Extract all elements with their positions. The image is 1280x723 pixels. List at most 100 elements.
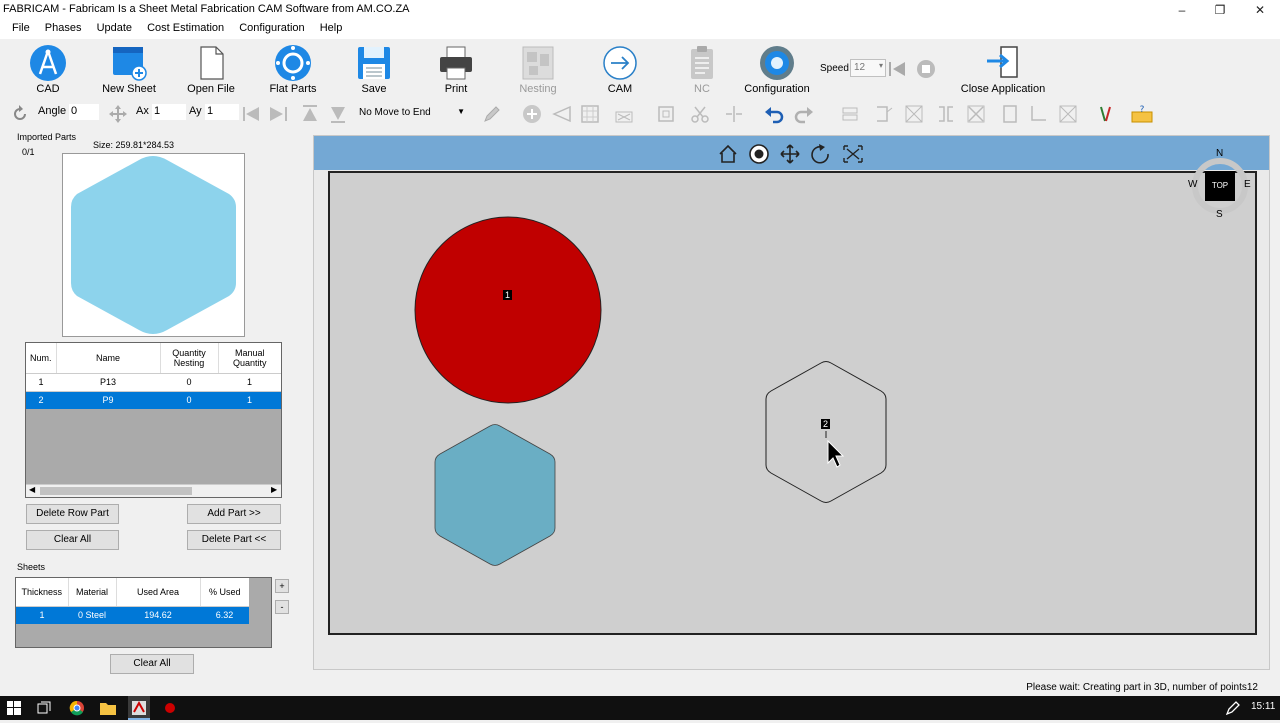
- move-to-end-select[interactable]: No Move to End ▼: [356, 105, 468, 123]
- corner-icon[interactable]: [1028, 104, 1048, 124]
- spinner-icon[interactable]: ▾: [879, 61, 883, 70]
- part-size-label: Size: 259.81*284.53: [93, 140, 175, 150]
- new-sheet-button[interactable]: New Sheet: [93, 39, 165, 99]
- part-circle-red[interactable]: [414, 216, 602, 404]
- add-circle-icon[interactable]: [522, 104, 542, 124]
- col-thickness: Thickness: [16, 578, 69, 607]
- pan-icon[interactable]: [780, 144, 800, 164]
- color-lines-icon[interactable]: [1096, 104, 1116, 124]
- print-button[interactable]: Print: [420, 39, 492, 99]
- view-compass[interactable]: TOP N S W E: [1188, 148, 1251, 224]
- rotate-icon[interactable]: [10, 104, 30, 124]
- frame-icon[interactable]: [656, 104, 676, 124]
- mirror-icon[interactable]: [874, 104, 894, 124]
- compass-top-face[interactable]: TOP: [1205, 171, 1235, 201]
- clear-all-sheets-button[interactable]: Clear All: [110, 654, 194, 674]
- save-button[interactable]: Save: [338, 39, 410, 99]
- restore-button[interactable]: ❐: [1200, 0, 1240, 20]
- split-icon[interactable]: [724, 104, 744, 124]
- menu-file[interactable]: File: [0, 20, 36, 34]
- menu-update[interactable]: Update: [91, 20, 138, 34]
- clear-all-parts-button[interactable]: Clear All: [26, 530, 119, 550]
- rotate-view-icon[interactable]: [811, 144, 829, 164]
- pen-tray-icon[interactable]: [1225, 701, 1241, 715]
- cross-frame-icon[interactable]: [966, 104, 986, 124]
- arrow-left-end-icon[interactable]: [242, 104, 262, 124]
- part-hexagon-blue[interactable]: [434, 424, 556, 566]
- speed-input[interactable]: 12 ▾: [850, 59, 886, 77]
- viewport[interactable]: 1 2 TOP N S W E: [313, 135, 1270, 670]
- nc-code-icon[interactable]: [614, 104, 634, 124]
- menu-phases[interactable]: Phases: [39, 20, 88, 34]
- stop-icon[interactable]: [915, 58, 937, 80]
- grid-tool-icon[interactable]: [580, 104, 600, 124]
- pen-icon[interactable]: [482, 104, 502, 124]
- horizontal-scrollbar[interactable]: ◀ ▶: [26, 484, 281, 497]
- menu-cost-estimation[interactable]: Cost Estimation: [141, 20, 230, 34]
- table-row[interactable]: 1 P13 0 1: [26, 373, 281, 391]
- secondary-toolbar: Angle 0 Ax 1 Ay 1 No Move to End ▼ ?: [0, 101, 1280, 127]
- recorder-icon[interactable]: [162, 700, 178, 716]
- remove-sheet-button[interactable]: -: [275, 600, 289, 614]
- open-file-button[interactable]: Open File: [175, 39, 247, 99]
- nc-button[interactable]: NC: [666, 39, 738, 99]
- nesting-icon: [522, 46, 554, 80]
- ax-input[interactable]: 1: [152, 104, 186, 120]
- add-part-button[interactable]: Add Part >>: [187, 504, 281, 524]
- delete-cross-icon[interactable]: [904, 104, 924, 124]
- taskbar: 15:11: [0, 696, 1280, 720]
- move-icon[interactable]: [108, 104, 128, 124]
- add-sheet-button[interactable]: +: [275, 579, 289, 593]
- imported-parts-title: Imported Parts: [17, 132, 77, 142]
- table-row-selected[interactable]: 1 0 Steel 194.62 6.32: [16, 606, 249, 624]
- sheet-icon[interactable]: [1000, 104, 1020, 124]
- chrome-icon[interactable]: [69, 700, 85, 716]
- scroll-left-icon[interactable]: ◀: [29, 485, 35, 494]
- delete-row-part-button[interactable]: Delete Row Part: [26, 504, 119, 524]
- scroll-right-icon[interactable]: ▶: [271, 485, 277, 494]
- step-back-icon[interactable]: [887, 59, 909, 79]
- row-cell: 1: [246, 377, 252, 387]
- windows-start-icon[interactable]: [7, 701, 21, 715]
- main-toolbar: CAD New Sheet Open File Flat Parts Save …: [0, 39, 1280, 99]
- file-icon: [200, 46, 224, 80]
- menu-help[interactable]: Help: [314, 20, 349, 34]
- home-icon[interactable]: [719, 144, 737, 163]
- scrollbar-thumb[interactable]: [40, 487, 192, 495]
- close-application-button[interactable]: Close Application: [950, 39, 1056, 99]
- flat-parts-button[interactable]: Flat Parts: [257, 39, 329, 99]
- configuration-button[interactable]: Configuration: [741, 39, 813, 99]
- angle-input[interactable]: 0: [69, 104, 99, 120]
- orbit-icon[interactable]: [749, 144, 769, 164]
- fabricam-taskbar-button[interactable]: [128, 696, 150, 720]
- align-icon[interactable]: [840, 104, 860, 124]
- table-row-selected[interactable]: 2 P9 0 1: [26, 391, 281, 409]
- cad-button[interactable]: CAD: [12, 39, 84, 99]
- task-view-icon[interactable]: [37, 701, 51, 715]
- file-explorer-icon[interactable]: [100, 701, 116, 715]
- delete-part-button[interactable]: Delete Part <<: [187, 530, 281, 550]
- fit-view-icon[interactable]: [843, 145, 863, 163]
- cam-button[interactable]: CAM: [584, 39, 656, 99]
- row-cell: 0 Steel: [77, 610, 107, 621]
- arrow-right-end-icon[interactable]: [268, 104, 288, 124]
- sheet-canvas[interactable]: 1 2: [328, 171, 1257, 635]
- redo-icon[interactable]: [794, 104, 814, 124]
- gear-icon: [760, 46, 794, 80]
- bracket-icon[interactable]: [936, 104, 956, 124]
- ay-input[interactable]: 1: [205, 104, 239, 120]
- arrow-down-end-icon[interactable]: [328, 104, 348, 124]
- shape-tool-icon[interactable]: [552, 104, 572, 124]
- minimize-button[interactable]: –: [1162, 0, 1202, 20]
- scissors-icon[interactable]: [690, 104, 710, 124]
- remove-box-icon[interactable]: [1058, 104, 1078, 124]
- help-export-icon[interactable]: ?: [1130, 104, 1154, 124]
- col-num: Num.: [26, 343, 57, 374]
- ax-label: Ax: [136, 105, 149, 117]
- arrow-up-end-icon[interactable]: [300, 104, 320, 124]
- menu-configuration[interactable]: Configuration: [233, 20, 310, 34]
- undo-icon[interactable]: [764, 104, 784, 124]
- close-button[interactable]: ✕: [1240, 0, 1280, 20]
- nesting-button[interactable]: Nesting: [502, 39, 574, 99]
- compass-tool-icon: [30, 45, 66, 81]
